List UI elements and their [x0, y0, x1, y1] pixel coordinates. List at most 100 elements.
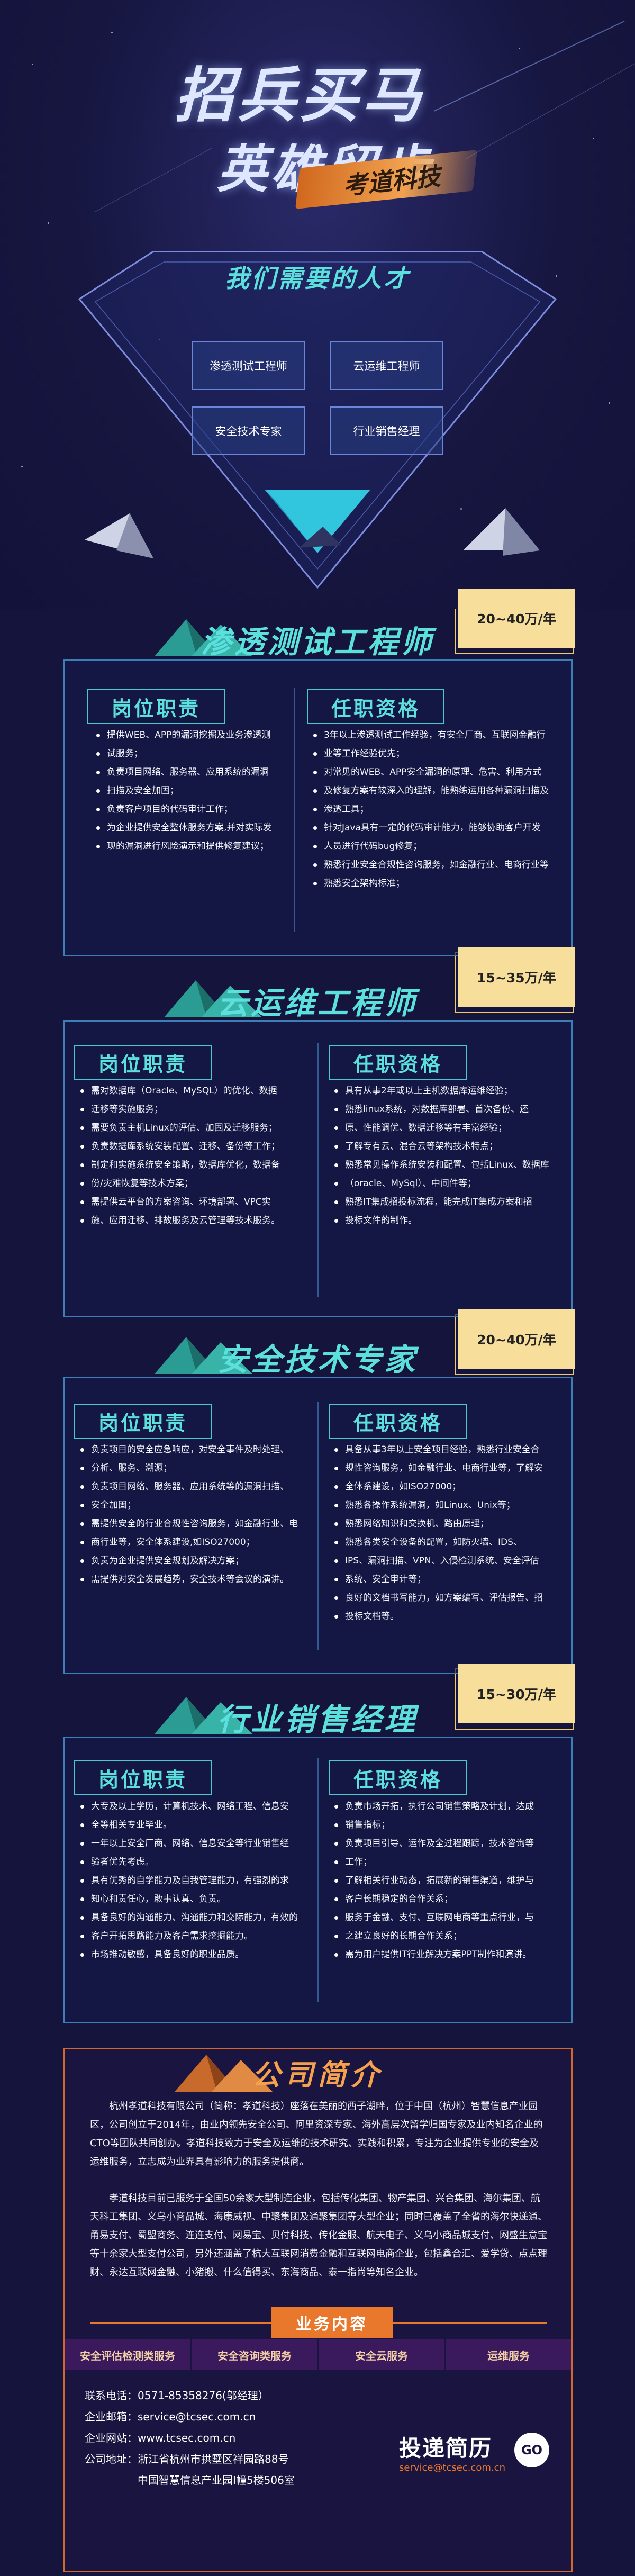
- contact-value: 0571-85358276(邬经理）: [138, 2389, 269, 2402]
- list-item: 具备良好的沟通能力、沟通能力和交际能力，有效的: [79, 1909, 312, 1927]
- list-item: 投标文档等。: [333, 1607, 561, 1626]
- list-item: 熟悉各类安全设备的配置，如防火墙、IDS、: [333, 1533, 561, 1552]
- duty-list-sales-manager: 大专及以上学历，计算机技术、网络工程、信息安 全等相关专业毕业。 一年以上安全厂…: [79, 1797, 312, 1964]
- requirement-list-cloud-ops: 具有从事2年或以上主机数据库运维经验； 熟悉linux系统，对数据库部署、首次备…: [333, 1082, 561, 1230]
- list-item: 负责项目的安全应急响应，对安全事件及时处理、: [79, 1441, 312, 1459]
- list-item: 熟悉网络知识和交换机、路由原理；: [333, 1515, 561, 1533]
- duty-heading-pentest: 岗位职责: [87, 689, 225, 724]
- list-item: 知心和责任心，敢事认真、负责。: [79, 1890, 312, 1909]
- list-item: 负责客户项目的代码审计工作；: [95, 800, 291, 819]
- column-divider: [318, 1758, 319, 2002]
- list-item: 商行业等，安全体系建设,如ISO27000；: [79, 1533, 312, 1552]
- requirement-heading-cloud-ops: 任职资格: [329, 1045, 467, 1080]
- list-item: 熟悉常见操作系统安装和配置、包括Linux、数据库: [333, 1156, 561, 1174]
- list-item: 及修复方案有较深入的理解，能熟练运用各种漏洞扫描及: [312, 782, 561, 800]
- resume-logo-email[interactable]: service@tcsec.com.cn: [399, 2462, 505, 2473]
- list-item: 制定和实施系统安全策略，数据库优化，数据备: [79, 1156, 312, 1174]
- requirement-list-security-expert: 具备从事3年以上安全项目经验，熟悉行业安全合 规性咨询服务，如金融行业、电商行业…: [333, 1441, 561, 1626]
- salary-tag-cloud-ops: 15~35万/年: [455, 947, 575, 1013]
- list-item: IPS、漏洞扫描、VPN、入侵检测系统、安全评估: [333, 1552, 561, 1570]
- list-item: 熟悉IT集成招投标流程，能完成IT集成方案和招: [333, 1193, 561, 1212]
- duty-heading-cloud-ops: 岗位职责: [74, 1045, 212, 1080]
- list-item: 熟悉linux系统，对数据库部署、首次备份、还: [333, 1100, 561, 1119]
- requirement-heading-pentest: 任职资格: [307, 689, 444, 724]
- contact-website: 企业网站：www.tcsec.com.cn: [85, 2428, 235, 2447]
- list-item: 迁移等实施服务；: [79, 1100, 312, 1119]
- service-bar: 安全评估检测类服务 安全咨询类服务 安全云服务 运维服务: [65, 2339, 572, 2370]
- list-item: 3年以上渗透测试工作经验，有安全厂商、互联网金融行: [312, 726, 561, 745]
- contact-label: 企业网站：: [85, 2432, 138, 2444]
- list-item: 销售指标；: [333, 1816, 561, 1834]
- contact-label: 公司地址：: [85, 2453, 138, 2465]
- contact-value[interactable]: www.tcsec.com.cn: [138, 2432, 235, 2444]
- duty-heading-sales-manager: 岗位职责: [74, 1760, 212, 1795]
- list-item: 业等工作经验优先；: [312, 745, 561, 763]
- list-item: 负责项目引导、运作及全过程跟踪，技术咨询等: [333, 1834, 561, 1853]
- salary-tag-pentest: 20~40万/年: [455, 589, 575, 654]
- service-tab-ops[interactable]: 运维服务: [446, 2339, 572, 2370]
- list-item: 原、性能调优、数据迁移等有丰富经验；: [333, 1119, 561, 1137]
- list-item: 了解相关行业动态，拓展新的销售渠道，维护与: [333, 1872, 561, 1890]
- list-item: （oracle、MySql）、中间件等；: [333, 1174, 561, 1193]
- list-item: 需对数据库（Oracle、MySQL）的优化、数据: [79, 1082, 312, 1100]
- list-item: 一年以上安全厂商、网络、信息安全等行业销售经: [79, 1834, 312, 1853]
- role-button-sales-manager[interactable]: 行业销售经理: [330, 406, 443, 455]
- requirement-list-sales-manager: 负责市场开拓，执行公司销售策略及计划，达成 销售指标； 负责项目引导、运作及全过…: [333, 1797, 561, 1964]
- list-item: 对常见的WEB、APP安全漏洞的原理、危害、利用方式: [312, 763, 561, 782]
- list-item: 规性咨询服务，如金融行业、电商行业等，了解安: [333, 1459, 561, 1478]
- list-item: 投标文件的制作。: [333, 1212, 561, 1230]
- talent-needed-title: 我们需要的人才: [225, 264, 410, 293]
- floating-pyramid-left: [85, 513, 153, 558]
- column-divider: [294, 688, 295, 932]
- company-intro-title: 公司简介: [252, 2058, 383, 2092]
- list-item: 试服务；: [95, 745, 291, 763]
- company-intro-paragraph-2: 孝道科技目前已服务于全国50余家大型制造企业，包括传化集团、物产集团、兴合集团、…: [90, 2193, 547, 2278]
- list-item: 渗透工具；: [312, 800, 561, 819]
- salary-tag-security-expert: 20~40万/年: [455, 1309, 575, 1375]
- duty-heading-security-expert: 岗位职责: [74, 1404, 212, 1439]
- list-item: 人员进行代码bug修复；: [312, 837, 561, 856]
- requirement-heading-sales-manager: 任职资格: [329, 1760, 467, 1795]
- list-item: 扫描及安全加固；: [95, 782, 291, 800]
- list-item: 具备从事3年以上安全项目经验，熟悉行业安全合: [333, 1441, 561, 1459]
- contact-label: 企业邮箱：: [85, 2410, 138, 2423]
- duty-list-security-expert: 负责项目的安全应急响应，对安全事件及时处理、 分析、服务、溯源； 负责项目网络、…: [79, 1441, 312, 1589]
- list-item: 良好的文档书写能力，如方案编写、评估报告、招: [333, 1589, 561, 1607]
- contact-address: 公司地址：浙江省杭州市拱墅区祥园路88号: [85, 2450, 288, 2469]
- service-tab-assessment[interactable]: 安全评估检测类服务: [65, 2339, 192, 2370]
- list-item: 了解专有云、混合云等架构技术特点；: [333, 1137, 561, 1156]
- column-divider: [318, 1402, 319, 1650]
- list-item: 安全加固；: [79, 1496, 312, 1515]
- list-item: 市场推动敏感，具备良好的职业品质。: [79, 1946, 312, 1964]
- list-item: 需提供安全的行业合规性咨询服务，如金融行业、电: [79, 1515, 312, 1533]
- role-button-pentest[interactable]: 渗透测试工程师: [192, 341, 305, 390]
- role-button-security-expert[interactable]: 安全技术专家: [192, 406, 305, 455]
- contact-label: 联系电话：: [85, 2389, 138, 2402]
- list-item: 负责为企业提供安全规划及解决方案；: [79, 1552, 312, 1570]
- list-item: 具有从事2年或以上主机数据库运维经验；: [333, 1082, 561, 1100]
- service-tab-cloud[interactable]: 安全云服务: [319, 2339, 446, 2370]
- contact-address-line2: 中国智慧信息产业园I幢5楼506室: [138, 2471, 295, 2490]
- list-item: 全体系建设，如ISO27000；: [333, 1478, 561, 1496]
- list-item: 熟悉各操作系统漏洞，如Linux、Unix等；: [333, 1496, 561, 1515]
- business-content-button[interactable]: 业务内容: [271, 2307, 393, 2338]
- company-intro-paragraph-1: 杭州孝道科技有限公司（简称：孝道科技）座落在美丽的西子湖畔，位于中国（杭州）智慧…: [90, 2101, 543, 2167]
- role-button-cloud-ops[interactable]: 云运维工程师: [330, 341, 443, 390]
- list-item: 客户开拓思路能力及客户需求挖掘能力。: [79, 1927, 312, 1946]
- list-item: 大专及以上学历，计算机技术、网络工程、信息安: [79, 1797, 312, 1816]
- list-item: 需为用户提供IT行业解决方案PPT制作和演讲。: [333, 1946, 561, 1964]
- list-item: 负责项目网络、服务器、应用系统等的漏洞扫描、: [79, 1478, 312, 1496]
- list-item: 分析、服务、溯源；: [79, 1459, 312, 1478]
- list-item: 提供WEB、APP的漏洞挖掘及业务渗透测: [95, 726, 291, 745]
- list-item: 具有优秀的自学能力及自我管理能力，有强烈的求: [79, 1872, 312, 1890]
- hero-title-line1: 招兵买马: [175, 61, 424, 130]
- resume-logo-text[interactable]: 投递简历: [399, 2430, 492, 2463]
- contact-value[interactable]: service@tcsec.com.cn: [138, 2410, 256, 2423]
- floating-pyramid-small: [299, 527, 341, 548]
- list-item: 系统、安全审计等；: [333, 1570, 561, 1589]
- list-item: 负责项目网络、服务器、应用系统的漏洞: [95, 763, 291, 782]
- list-item: 需提供云平台的方案咨询、环境部署、VPC实: [79, 1193, 312, 1212]
- service-tab-consulting[interactable]: 安全咨询类服务: [192, 2339, 319, 2370]
- go-button[interactable]: GO: [514, 2433, 549, 2467]
- list-item: 熟悉安全架构标准；: [312, 874, 561, 893]
